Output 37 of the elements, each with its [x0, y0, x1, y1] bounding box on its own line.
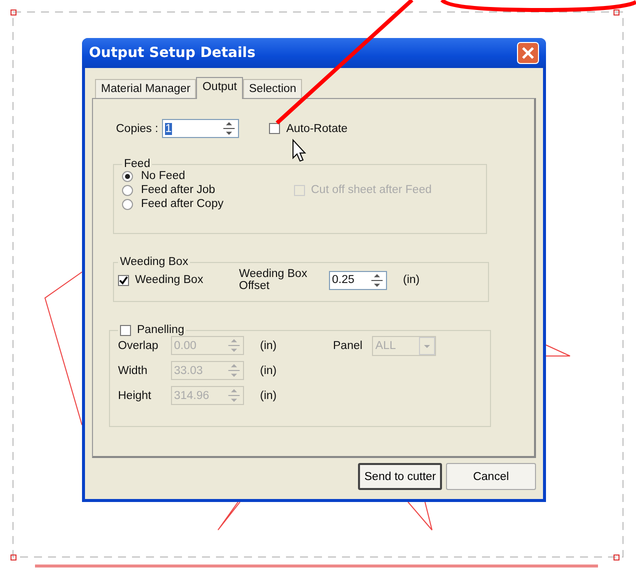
dialog-button[interactable]: Cancel	[446, 463, 536, 490]
unit-label: (in)	[403, 274, 420, 286]
dialog-button[interactable]: Send to cutter	[358, 463, 442, 490]
radio-label: Feed after Job	[141, 184, 216, 196]
tab[interactable]: Output	[196, 77, 244, 99]
group-title: Weeding Box	[120, 256, 188, 268]
field-label: Height	[118, 390, 152, 402]
copies-field[interactable]: 1	[162, 119, 240, 138]
panel-label: Panel	[333, 340, 362, 352]
field-label: Width	[118, 364, 148, 376]
checkbox-label: Cut off sheet after Feed	[311, 184, 432, 196]
offset-label: Weeding Box Offset	[239, 268, 308, 292]
mouse-pointer-icon	[292, 138, 306, 162]
radio-label: Feed after Copy	[141, 198, 224, 210]
tab[interactable]: Selection	[243, 79, 302, 98]
close-icon[interactable]	[517, 42, 539, 64]
checkbox-label: Panelling	[137, 324, 184, 336]
radio-button[interactable]	[122, 198, 133, 210]
radio-button[interactable]	[122, 170, 133, 182]
radio-button[interactable]	[122, 184, 133, 196]
group-title: Feed	[124, 158, 150, 170]
checkbox[interactable]	[118, 274, 129, 286]
window-title: Output Setup Details	[89, 45, 256, 61]
radio-label: No Feed	[141, 170, 186, 182]
checkbox[interactable]	[269, 123, 280, 134]
unit-label: (in)	[260, 364, 277, 376]
unit-label: (in)	[260, 390, 277, 402]
checkbox-label: Weeding Box	[135, 274, 204, 286]
checkbox-label: Auto-Rotate	[286, 122, 348, 134]
spinner-icon[interactable]	[222, 120, 236, 137]
tab[interactable]: Material Manager	[95, 79, 196, 98]
checkbox[interactable]	[120, 324, 131, 336]
copies-label: Copies :	[116, 122, 158, 134]
spinner-icon[interactable]	[370, 272, 384, 288]
offset-field[interactable]: 0.25	[329, 270, 387, 290]
unit-label: (in)	[260, 340, 277, 352]
field-label: Overlap	[118, 340, 160, 352]
